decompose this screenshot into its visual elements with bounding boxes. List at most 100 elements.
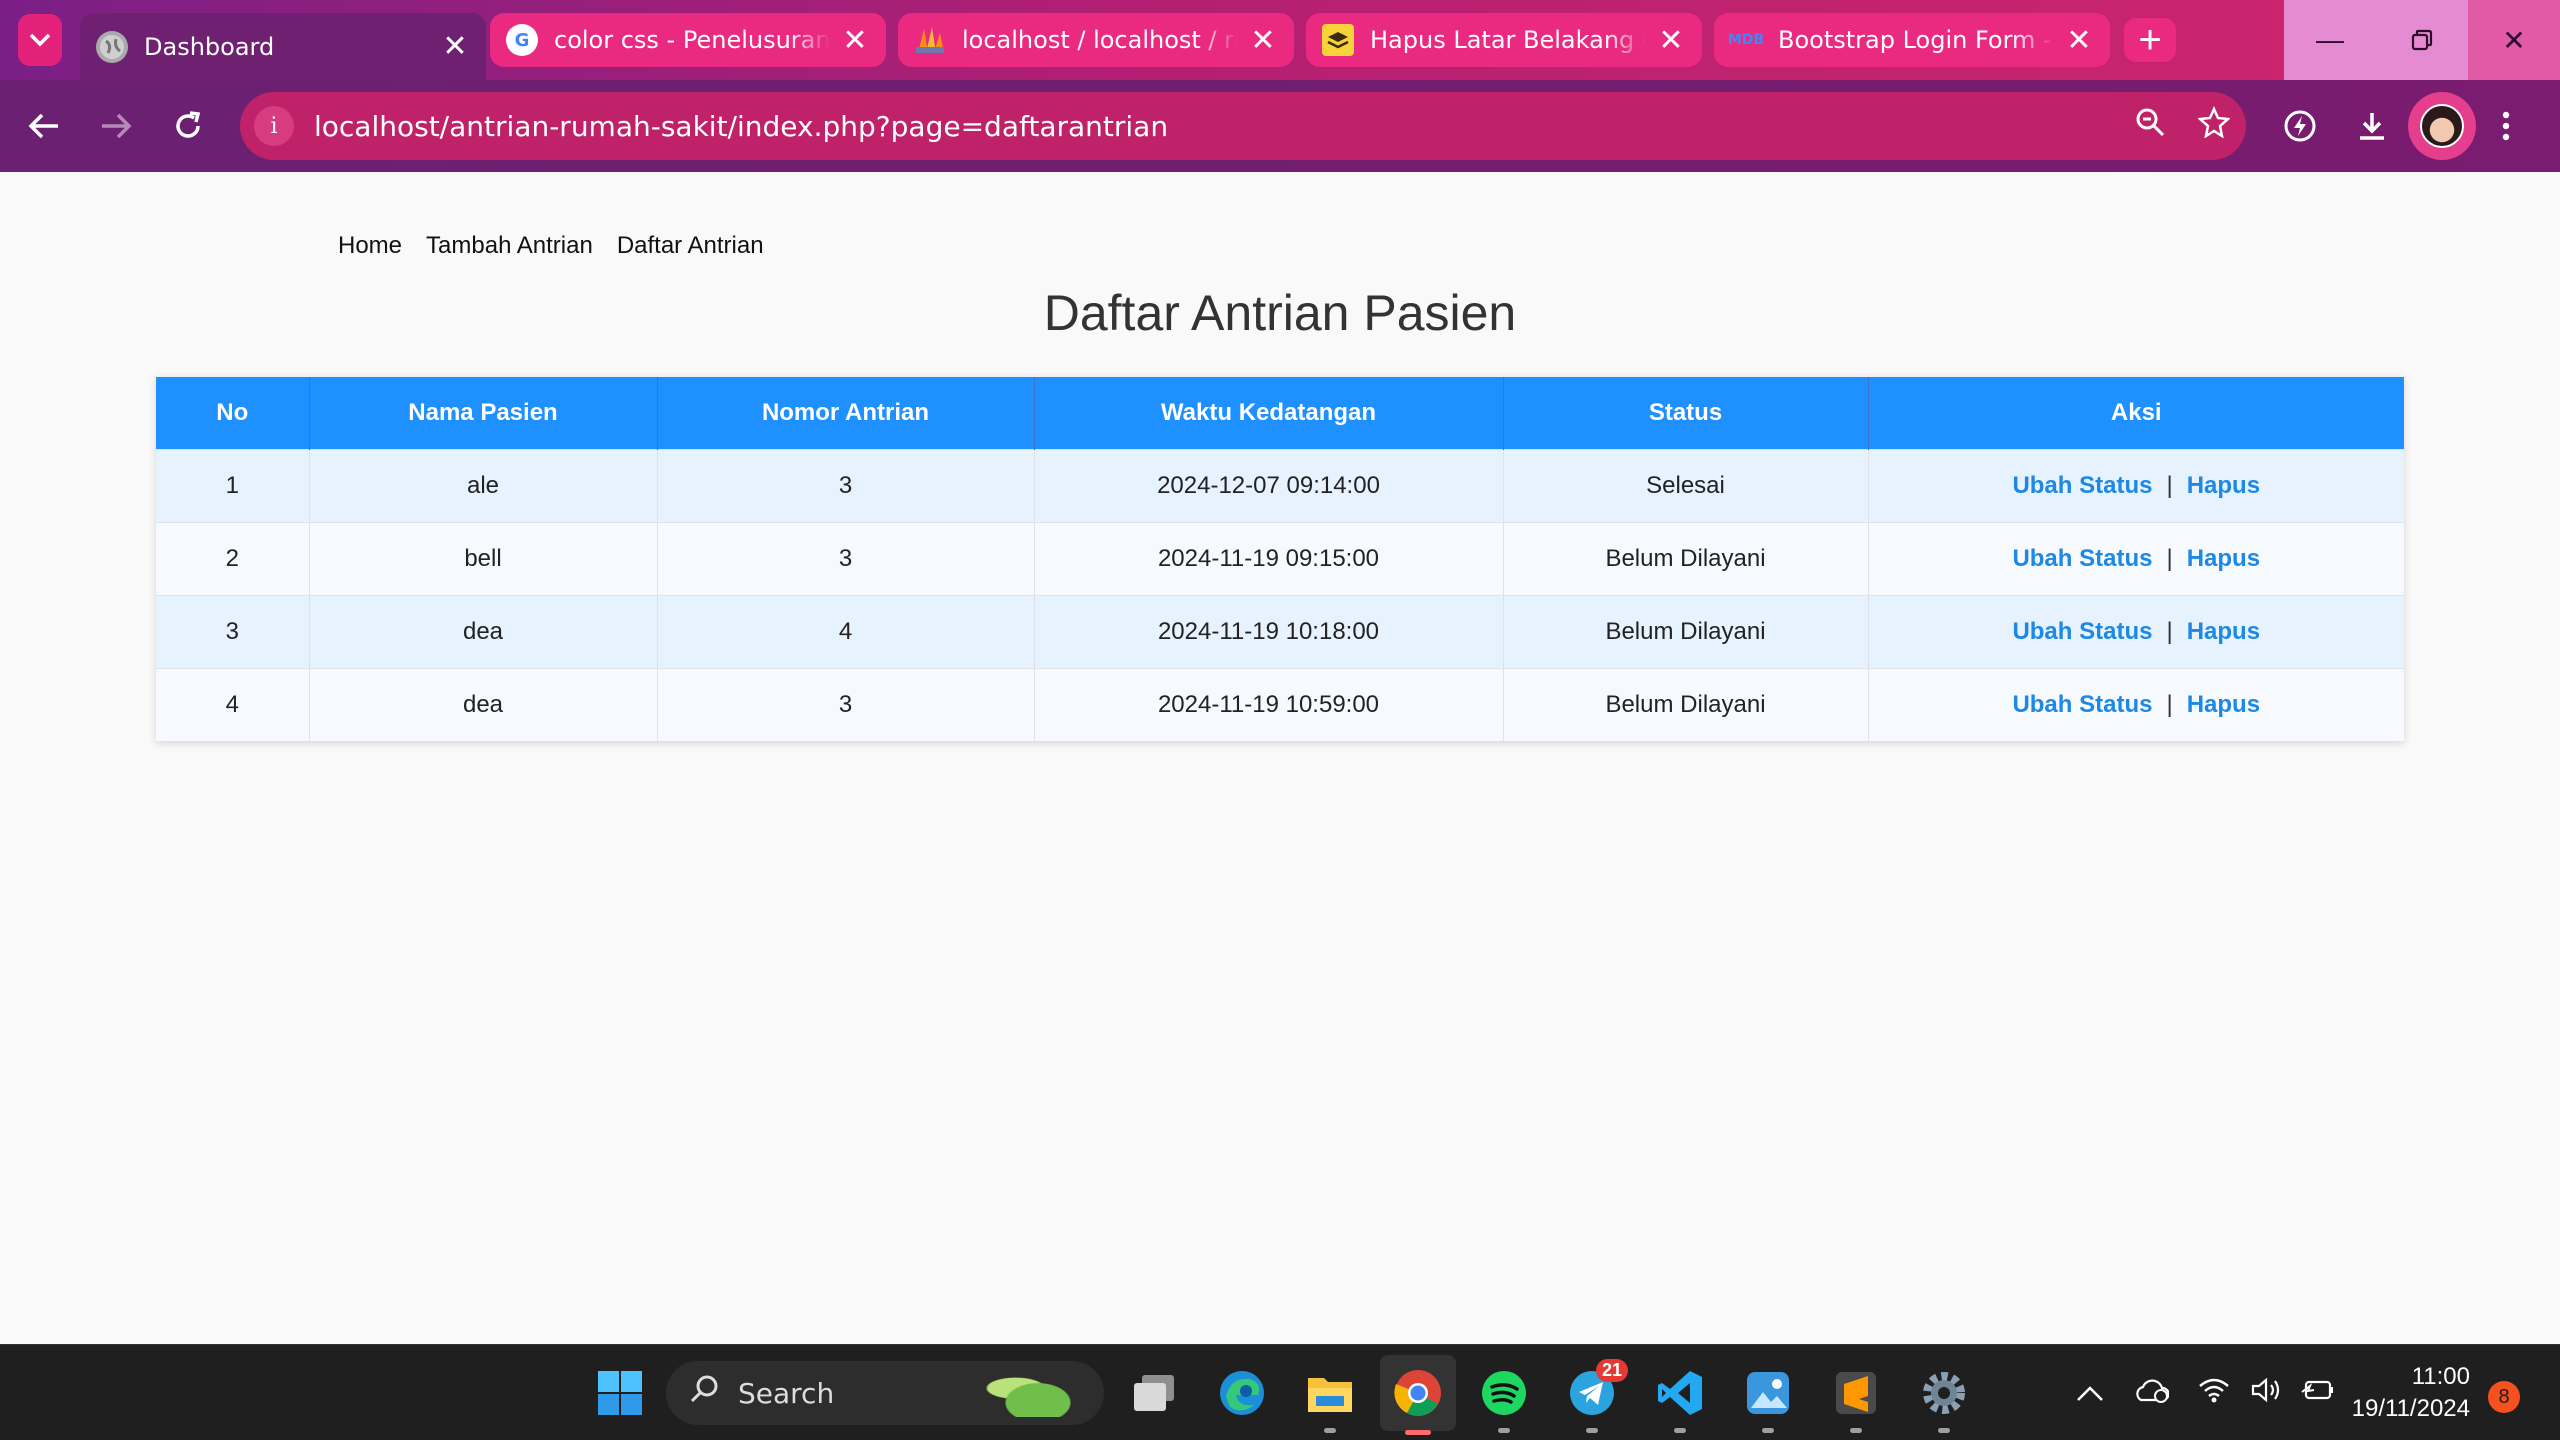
bookmark-star-icon[interactable] <box>2182 105 2246 146</box>
tab-title: color css - Penelusuran Google <box>554 26 830 54</box>
page-title: Daftar Antrian Pasien <box>1043 285 1517 341</box>
hapus-link[interactable]: Hapus <box>2187 545 2260 572</box>
restore-button[interactable] <box>2376 0 2468 80</box>
cell-waktu-kedatangan: 2024-12-07 09:14:00 <box>1034 448 1504 522</box>
new-tab-button[interactable]: + <box>2124 18 2176 62</box>
nav-link-daftar-antrian[interactable]: Daftar Antrian <box>617 232 764 260</box>
ubah-status-link[interactable]: Ubah Status <box>2012 545 2152 572</box>
tab-title: localhost / localhost / rumah sakit <box>962 26 1238 54</box>
tab-remove-background[interactable]: Hapus Latar Belakang dari Gambar ✕ <box>1306 13 1702 67</box>
edge-app[interactable] <box>1212 1363 1272 1423</box>
search-highlight-illustration <box>982 1369 1094 1417</box>
running-indicator <box>1405 1430 1431 1435</box>
site-info-icon[interactable]: i <box>254 106 294 146</box>
spotify-icon <box>1482 1371 1526 1415</box>
vscode-app[interactable] <box>1650 1363 1710 1433</box>
cell-nama-pasien: dea <box>309 594 658 668</box>
close-icon[interactable]: ✕ <box>2064 23 2094 58</box>
cell-nama-pasien: bell <box>309 521 658 595</box>
reload-button[interactable] <box>164 102 212 150</box>
nav-link-tambah-antrian[interactable]: Tambah Antrian <box>426 232 593 260</box>
windows-taskbar: Search 21 11:00 19/11/2024 8 <box>0 1344 2560 1440</box>
table-row: 3 dea 4 2024-11-19 10:18:00 Belum Dilaya… <box>156 594 2404 668</box>
layers-icon <box>1322 24 1354 56</box>
settings-app[interactable] <box>1914 1363 1974 1433</box>
windows-logo-icon <box>598 1371 642 1415</box>
edge-icon <box>1220 1371 1264 1415</box>
close-icon[interactable]: ✕ <box>440 29 470 64</box>
forward-button[interactable] <box>92 102 140 150</box>
avatar-image <box>2420 104 2464 148</box>
cell-status: Belum Dilayani <box>1503 521 1869 595</box>
download-icon[interactable] <box>2336 92 2408 160</box>
browser-tabstrip: Dashboard ✕ G color css - Penelusuran Go… <box>0 0 2560 80</box>
chevron-up-icon[interactable] <box>2064 1377 2116 1409</box>
minimize-button[interactable]: — <box>2284 0 2376 80</box>
volume-icon[interactable] <box>2240 1376 2292 1411</box>
tab-phpmyadmin[interactable]: localhost / localhost / rumah sakit ✕ <box>898 13 1294 67</box>
task-view-button[interactable] <box>1124 1363 1184 1423</box>
taskbar-search-box[interactable]: Search <box>666 1361 1104 1425</box>
telegram-app[interactable]: 21 <box>1562 1359 1628 1433</box>
column-header-aksi: Aksi <box>1868 377 2404 449</box>
performance-icon[interactable] <box>2264 92 2336 160</box>
table-header-row: No Nama Pasien Nomor Antrian Waktu Kedat… <box>156 377 2404 449</box>
close-window-button[interactable]: ✕ <box>2468 0 2560 80</box>
column-header-nama-pasien: Nama Pasien <box>309 377 658 449</box>
toolbar-actions <box>2264 92 2536 160</box>
sublime-text-icon <box>1836 1372 1876 1414</box>
task-view-icon <box>1134 1375 1174 1411</box>
action-separator: | <box>2166 617 2173 645</box>
address-bar[interactable]: i localhost/antrian-rumah-sakit/index.ph… <box>240 92 2246 160</box>
cell-nama-pasien: ale <box>309 448 658 522</box>
tab-bootstrap-login[interactable]: MDB Bootstrap Login Form - free ✕ <box>1714 13 2110 67</box>
spotify-app[interactable] <box>1474 1363 1534 1433</box>
tab-dashboard[interactable]: Dashboard ✕ <box>80 13 486 80</box>
onedrive-icon[interactable] <box>2126 1376 2178 1411</box>
photos-app[interactable] <box>1738 1363 1798 1433</box>
hapus-link[interactable]: Hapus <box>2187 472 2260 499</box>
close-icon[interactable]: ✕ <box>1248 23 1278 58</box>
tab-title: Bootstrap Login Form - free <box>1778 26 2054 54</box>
notification-badge[interactable]: 8 <box>2488 1381 2520 1413</box>
cell-status: Selesai <box>1503 448 1869 522</box>
hapus-link[interactable]: Hapus <box>2187 618 2260 645</box>
telegram-unread-badge: 21 <box>1595 1359 1628 1382</box>
zoom-icon[interactable] <box>2118 107 2182 145</box>
hapus-link[interactable]: Hapus <box>2187 691 2260 718</box>
chrome-icon <box>1394 1370 1441 1416</box>
ubah-status-link[interactable]: Ubah Status <box>2012 472 2152 499</box>
cell-no: 4 <box>156 667 310 741</box>
system-tray <box>2064 1345 2344 1440</box>
tab-title: Dashboard <box>144 32 275 61</box>
minimize-icon: — <box>2316 24 2344 55</box>
url-text[interactable]: localhost/antrian-rumah-sakit/index.php?… <box>314 110 2118 143</box>
tab-google-search[interactable]: G color css - Penelusuran Google ✕ <box>490 13 886 67</box>
tab-search-button[interactable] <box>18 14 62 66</box>
restore-icon <box>2411 29 2433 51</box>
close-icon[interactable]: ✕ <box>840 23 870 58</box>
sublime-text-app[interactable] <box>1826 1363 1886 1433</box>
start-button[interactable] <box>590 1363 650 1423</box>
menu-kebab-icon[interactable] <box>2476 92 2536 160</box>
wifi-icon[interactable] <box>2188 1377 2240 1410</box>
ubah-status-link[interactable]: Ubah Status <box>2012 618 2152 645</box>
cell-no: 3 <box>156 594 310 668</box>
taskbar-clock[interactable]: 11:00 19/11/2024 <box>2350 1361 2470 1425</box>
reload-icon <box>176 111 201 138</box>
cell-aksi: Ubah Status | Hapus <box>1868 594 2404 668</box>
close-icon[interactable]: ✕ <box>1656 23 1686 58</box>
column-header-status: Status <box>1503 377 1869 449</box>
back-button[interactable] <box>20 102 68 150</box>
mdb-icon: MDB <box>1727 32 1765 48</box>
chrome-app[interactable] <box>1380 1355 1456 1435</box>
search-label: Search <box>738 1376 835 1410</box>
profile-avatar[interactable] <box>2408 92 2476 160</box>
nav-link-home[interactable]: Home <box>338 232 402 260</box>
clock-time: 11:00 <box>2411 1363 2470 1390</box>
arrow-left-icon <box>28 113 58 139</box>
battery-icon[interactable] <box>2292 1377 2344 1409</box>
ubah-status-link[interactable]: Ubah Status <box>2012 691 2152 718</box>
action-separator: | <box>2166 690 2173 718</box>
file-explorer-app[interactable] <box>1300 1363 1360 1433</box>
